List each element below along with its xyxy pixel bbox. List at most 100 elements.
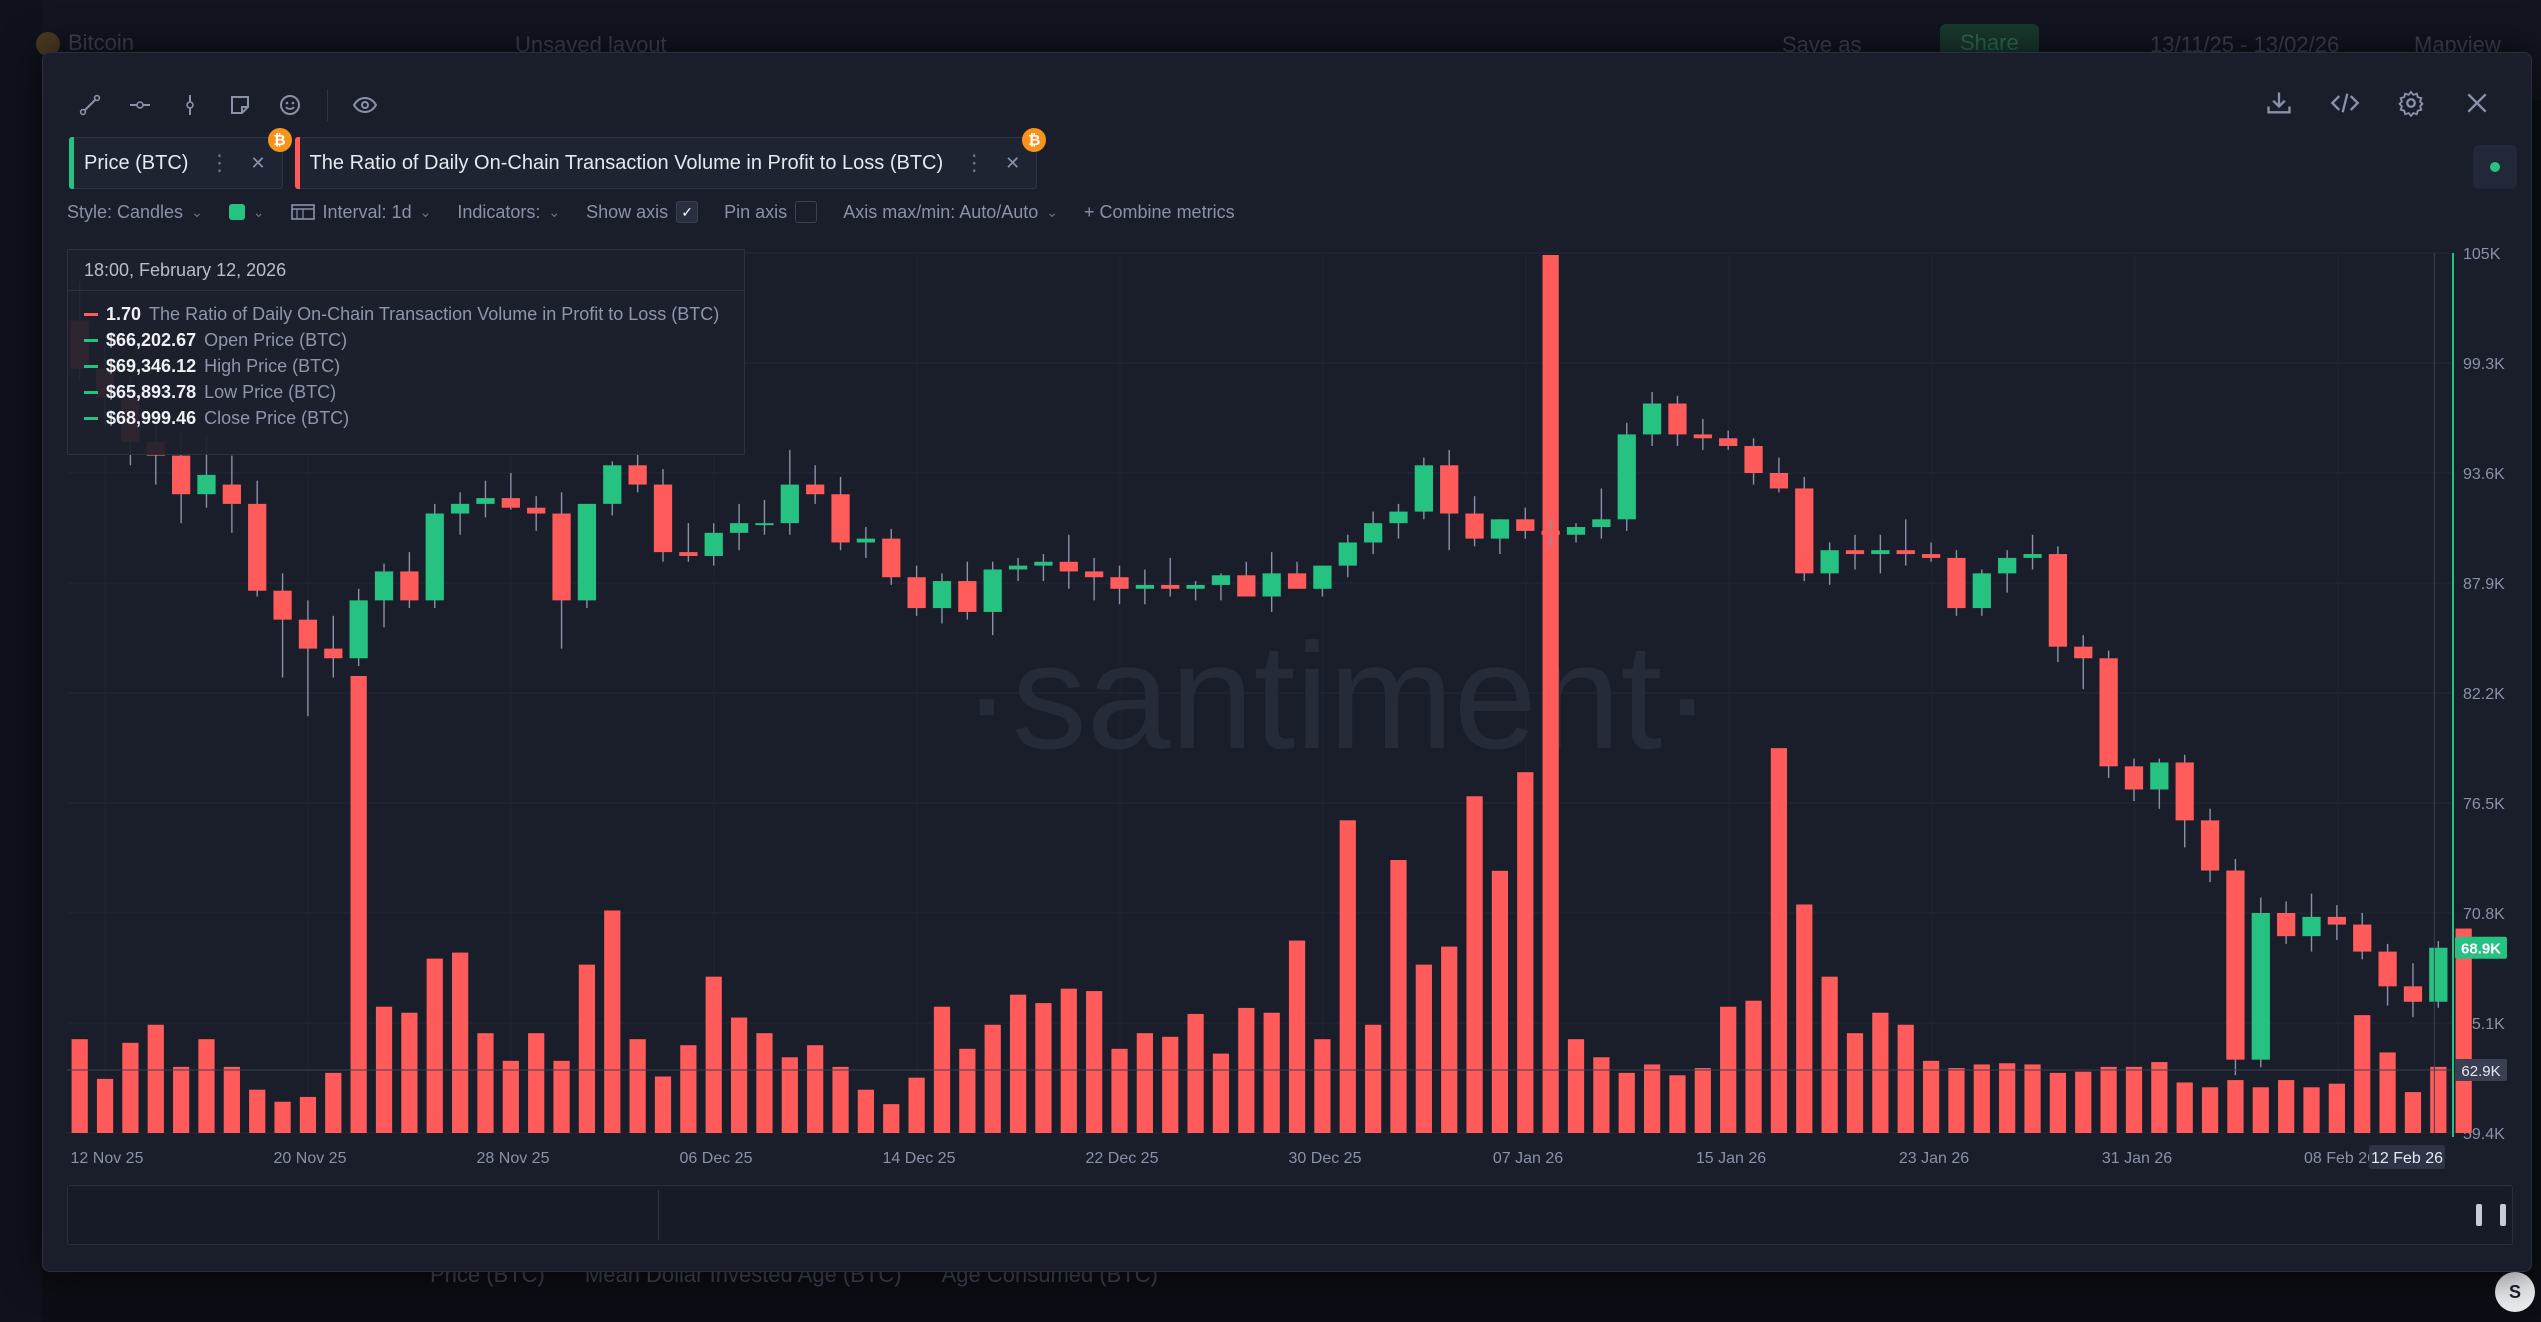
style-dropdown[interactable]: Style: Candles ⌄	[67, 202, 203, 223]
ratio-bar	[1060, 988, 1077, 1133]
tooltip-label: The Ratio of Daily On-Chain Transaction …	[149, 304, 720, 324]
ratio-bar	[908, 1077, 925, 1133]
candle-down	[501, 498, 520, 508]
emoji-icon[interactable]	[273, 88, 307, 122]
axis-maxmin-dropdown[interactable]: Axis max/min: Auto/Auto ⌄	[843, 202, 1058, 223]
interval-dropdown[interactable]: Interval: 1d ⌄	[290, 202, 431, 223]
metric-tab-price[interactable]: Price (BTC) ⋮ ✕ ₿	[69, 128, 292, 189]
candle-down	[831, 494, 850, 543]
metric-tab-ratio[interactable]: The Ratio of Daily On-Chain Transaction …	[294, 128, 1047, 189]
candle-down	[1541, 530, 1560, 535]
candle-down	[907, 577, 926, 609]
navigator-left-handle[interactable]	[2476, 1204, 2482, 1226]
show-axis-toggle[interactable]: Show axis ✓	[586, 201, 699, 223]
candle-up	[1998, 557, 2017, 574]
crosshair-value-label: 62.9K	[2461, 1063, 2500, 1080]
ratio-bar	[1948, 1068, 1965, 1133]
ratio-bar	[1542, 255, 1559, 1133]
candle-down	[628, 465, 647, 485]
ratio-bar	[578, 964, 596, 1133]
candle-down	[2074, 646, 2093, 659]
candle-down	[248, 503, 267, 591]
x-axis-tick-label: 31 Jan 26	[2102, 1150, 2172, 1167]
series-marker	[84, 416, 98, 420]
remove-metric-icon[interactable]: ✕	[1005, 153, 1020, 174]
metric-color-bar	[294, 137, 300, 189]
ratio-bar	[1999, 1063, 2016, 1133]
ratio-bar	[1136, 1033, 1153, 1133]
tooltip-value: $66,202.67	[106, 330, 197, 350]
metric-color-bar	[69, 137, 74, 189]
tooltip-value: 1.70	[106, 304, 142, 324]
ratio-bar	[1897, 1024, 1914, 1133]
candle-up	[1008, 565, 1028, 570]
series-marker	[84, 390, 98, 394]
ratio-bar	[1922, 1060, 1940, 1133]
pin-axis-toggle[interactable]: Pin axis	[724, 201, 818, 223]
candle-up	[1490, 519, 1510, 539]
ratio-bar	[2151, 1062, 2168, 1133]
candle-up	[856, 538, 876, 543]
x-axis-tick-label: 08 Feb 26	[2304, 1150, 2376, 1167]
ratio-bar	[730, 1017, 748, 1133]
toolbar-divider	[327, 89, 328, 121]
x-axis-tick-label: 20 Nov 25	[274, 1150, 347, 1167]
trendline-icon[interactable]	[73, 88, 107, 122]
ratio-bar	[2379, 1052, 2396, 1133]
ratio-bar	[1770, 748, 1788, 1133]
x-axis-tick-label: 28 Nov 25	[477, 1150, 550, 1167]
candle-up	[476, 498, 495, 504]
live-status-indicator[interactable]	[2473, 145, 2517, 189]
ratio-bar	[325, 1072, 342, 1133]
ratio-bar	[350, 675, 367, 1133]
settings-icon[interactable]	[2391, 83, 2431, 123]
more-options-icon[interactable]: ⋮	[963, 150, 985, 176]
candle-up	[1617, 434, 1636, 520]
remove-metric-icon[interactable]: ✕	[250, 153, 265, 174]
color-picker[interactable]: ⌄	[228, 204, 265, 221]
candle-down	[958, 581, 977, 612]
x-axis-tick-label: 12 Feb 26	[2371, 1150, 2443, 1167]
candle-up	[374, 571, 394, 601]
chart-range-navigator[interactable]	[67, 1185, 2513, 1245]
santiment-logo-icon[interactable]: S	[2495, 1272, 2535, 1312]
candle-up	[603, 465, 622, 504]
tooltip-value: $68,999.46	[106, 408, 197, 428]
eye-icon[interactable]	[348, 88, 382, 122]
ratio-bar	[1162, 1036, 1179, 1133]
combine-metrics-button[interactable]: + Combine metrics	[1084, 202, 1235, 223]
horizontal-line-icon[interactable]	[123, 88, 157, 122]
checkbox-checked-icon[interactable]: ✓	[676, 201, 699, 223]
candle-up	[1566, 527, 1586, 535]
checkbox-empty-icon[interactable]	[795, 201, 818, 223]
ratio-bar	[1390, 859, 1407, 1133]
tooltip-row-low: $65,893.78 Low Price (BTC)	[68, 379, 744, 405]
y-axis-tick-label: 70.8K	[2463, 906, 2505, 923]
navigator-right-handle[interactable]	[2500, 1204, 2506, 1226]
more-options-icon[interactable]: ⋮	[208, 150, 230, 176]
embed-code-icon[interactable]	[2325, 83, 2365, 123]
close-icon[interactable]	[2457, 83, 2497, 123]
candle-up	[197, 474, 216, 495]
candle-down	[1668, 403, 1687, 435]
ratio-bar	[2354, 1015, 2371, 1133]
candle-down	[298, 619, 318, 649]
ratio-bar	[2303, 1087, 2320, 1133]
candle-up	[2302, 916, 2321, 937]
x-axis-tick-label: 23 Jan 26	[1899, 1150, 1969, 1167]
ratio-bar	[2227, 1080, 2244, 1133]
ratio-bar	[1694, 1068, 1711, 1133]
indicators-dropdown[interactable]: Indicators: ⌄	[457, 202, 560, 223]
bitcoin-icon: ₿	[1022, 128, 1047, 152]
vertical-line-icon[interactable]	[173, 88, 207, 122]
show-axis-label: Show axis	[586, 201, 669, 222]
ratio-bar	[1745, 1000, 1762, 1133]
note-icon[interactable]	[223, 88, 257, 122]
candle-down	[1085, 571, 1104, 578]
ratio-bar	[1035, 1003, 1052, 1133]
candle-up	[2429, 947, 2448, 1002]
combine-metrics-label: + Combine metrics	[1084, 201, 1235, 222]
download-icon[interactable]	[2259, 83, 2299, 123]
ratio-bar	[857, 1089, 875, 1133]
candle-down	[2175, 762, 2194, 821]
